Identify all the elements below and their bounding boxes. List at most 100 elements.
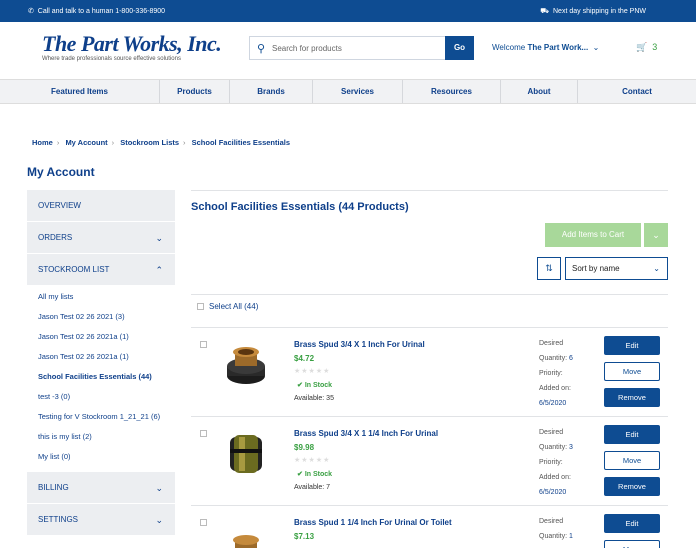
product-name[interactable]: Brass Spud 3/4 X 1 1/4 Inch For Urinal [294, 429, 438, 438]
product-checkbox[interactable] [200, 519, 207, 526]
list-item[interactable]: My list (0) [38, 452, 175, 461]
nav-about[interactable]: About [501, 80, 578, 103]
edit-button[interactable]: Edit [604, 425, 660, 444]
account-sidebar: OVERVIEW ORDERS ⌄ STOCKROOM LIST ⌃ All my … [27, 190, 175, 536]
product-image[interactable] [221, 340, 271, 390]
product-meta: Desired Quantity: 3 Priority: Added on: … [539, 425, 573, 500]
breadcrumb-home[interactable]: Home [32, 138, 53, 147]
page-title: My Account [27, 165, 95, 179]
product-meta: Desired Quantity: 1 [539, 518, 573, 540]
sidebar-orders[interactable]: ORDERS ⌄ [27, 222, 175, 254]
main-nav: Featured Items Products Brands Services … [0, 79, 696, 104]
quantity-value: 1 [568, 533, 573, 540]
product-image[interactable] [221, 518, 271, 548]
product-meta: Desired Quantity: 6 Priority: Added on: … [539, 336, 573, 411]
select-all[interactable]: Select All (44) [197, 302, 258, 311]
sidebar-overview[interactable]: OVERVIEW [27, 190, 175, 222]
added-date: 6/5/2020 [539, 400, 567, 407]
nav-contact[interactable]: Contact [578, 80, 696, 103]
search-input[interactable]: Search for products [272, 44, 342, 53]
product-price: $4.72 [294, 354, 315, 363]
breadcrumb-separator: › [111, 138, 115, 147]
nav-products[interactable]: Products [160, 80, 230, 103]
quantity-value: 6 [568, 355, 573, 362]
check-circle-icon: ✔ [297, 471, 303, 478]
site-header: The Part Works, Inc. Where trade profess… [0, 22, 696, 79]
search-go-button[interactable]: Go [445, 36, 474, 60]
sidebar-stockroom-list[interactable]: STOCKROOM LIST ⌃ [27, 254, 175, 286]
search-bar: ⚲ Search for products Go [249, 36, 474, 60]
available-count: Available: 7 [294, 484, 331, 491]
list-item[interactable]: All my lists [38, 292, 175, 301]
nav-services[interactable]: Services [313, 80, 403, 103]
sort-direction-button[interactable]: ⇅ [537, 257, 561, 280]
stock-status: ✔ In Stock [297, 382, 333, 389]
list-item[interactable]: Testing for V Stockroom 1_21_21 (6) [38, 412, 175, 421]
tagline: Where trade professionals source effecti… [42, 56, 181, 62]
rating-stars: ★★★★★ [294, 368, 331, 375]
account-menu[interactable]: Welcome The Part Work... ⌄ [492, 43, 599, 52]
top-bar: ✆ Call and talk to a human 1-800-336-890… [0, 0, 696, 22]
move-button[interactable]: Move [604, 451, 660, 470]
list-item-active[interactable]: School Facilities Essentials (44) [38, 372, 175, 381]
remove-button[interactable]: Remove [604, 388, 660, 407]
cart-icon: 🛒 [636, 42, 648, 52]
product-row: Brass Spud 3/4 X 1 1/4 Inch For Urinal $… [191, 416, 668, 505]
chevron-down-icon: ⌄ [155, 483, 163, 493]
chevron-down-icon: ⌄ [652, 230, 660, 240]
sidebar-settings[interactable]: SETTINGS ⌄ [27, 504, 175, 536]
shipping-text: ⛟ Next day shipping in the PNW [540, 8, 646, 15]
nav-brands[interactable]: Brands [230, 80, 313, 103]
chevron-down-icon: ⌄ [155, 233, 163, 243]
product-checkbox[interactable] [200, 341, 207, 348]
select-all-checkbox[interactable] [197, 303, 204, 310]
nav-featured-items[interactable]: Featured Items [0, 80, 160, 103]
remove-button[interactable]: Remove [604, 477, 660, 496]
sort-select[interactable]: Sort by name ⌄ [565, 257, 668, 280]
welcome-label: Welcome [492, 43, 526, 52]
check-circle-icon: ✔ [297, 382, 303, 389]
add-items-to-cart-button[interactable]: Add Items to Cart [545, 223, 641, 247]
product-image[interactable] [221, 429, 271, 479]
list-item[interactable]: test -3 (0) [38, 392, 175, 401]
product-price: $9.98 [294, 443, 315, 452]
list-item[interactable]: Jason Test 02 26 2021a (1) [38, 332, 175, 341]
quantity-value: 3 [568, 444, 573, 451]
toolbar-divider [191, 294, 668, 295]
add-to-cart-dropdown[interactable]: ⌄ [644, 223, 668, 247]
product-row: Brass Spud 3/4 X 1 Inch For Urinal $4.72… [191, 327, 668, 416]
breadcrumb-stockroom-lists[interactable]: Stockroom Lists [120, 138, 179, 147]
cart-count: 3 [652, 42, 658, 52]
chevron-up-icon: ⌃ [155, 265, 163, 275]
added-date: 6/5/2020 [539, 489, 567, 496]
cart-button[interactable]: 🛒 3 [636, 42, 657, 53]
edit-button[interactable]: Edit [604, 514, 660, 533]
sort-icon: ⇅ [545, 263, 553, 273]
available-count: Available: 35 [294, 395, 334, 402]
list-item[interactable]: Jason Test 02 26 2021 (3) [38, 312, 175, 321]
breadcrumb-my-account[interactable]: My Account [65, 138, 107, 147]
stock-status: ✔ In Stock [297, 471, 333, 478]
list-item[interactable]: Jason Test 02 26 2021a (1) [38, 352, 175, 361]
move-button[interactable]: Move [604, 540, 660, 548]
sidebar-billing[interactable]: BILLING ⌄ [27, 472, 175, 504]
product-name[interactable]: Brass Spud 3/4 X 1 Inch For Urinal [294, 340, 425, 349]
breadcrumb-current[interactable]: School Facilities Essentials [192, 138, 290, 147]
product-price: $7.13 [294, 532, 315, 541]
breadcrumb: Home › My Account › Stockroom Lists › Schoo… [32, 138, 290, 147]
product-name[interactable]: Brass Spud 1 1/4 Inch For Urinal Or Toil… [294, 518, 452, 527]
product-checkbox[interactable] [200, 430, 207, 437]
title-divider [191, 190, 668, 191]
logo[interactable]: The Part Works, Inc. [42, 31, 222, 57]
breadcrumb-separator: › [183, 138, 186, 147]
move-button[interactable]: Move [604, 362, 660, 381]
list-item[interactable]: this is my list (2) [38, 432, 175, 441]
rating-stars: ★★★★★ [294, 457, 331, 464]
breadcrumb-separator: › [56, 138, 60, 147]
account-name: The Part Work... [527, 43, 589, 52]
edit-button[interactable]: Edit [604, 336, 660, 355]
nav-resources[interactable]: Resources [403, 80, 501, 103]
phone-text[interactable]: ✆ Call and talk to a human 1-800-336-890… [28, 7, 165, 15]
chevron-down-icon: ⌄ [155, 515, 163, 525]
stockroom-lists: All my lists Jason Test 02 26 2021 (3) J… [27, 286, 175, 461]
